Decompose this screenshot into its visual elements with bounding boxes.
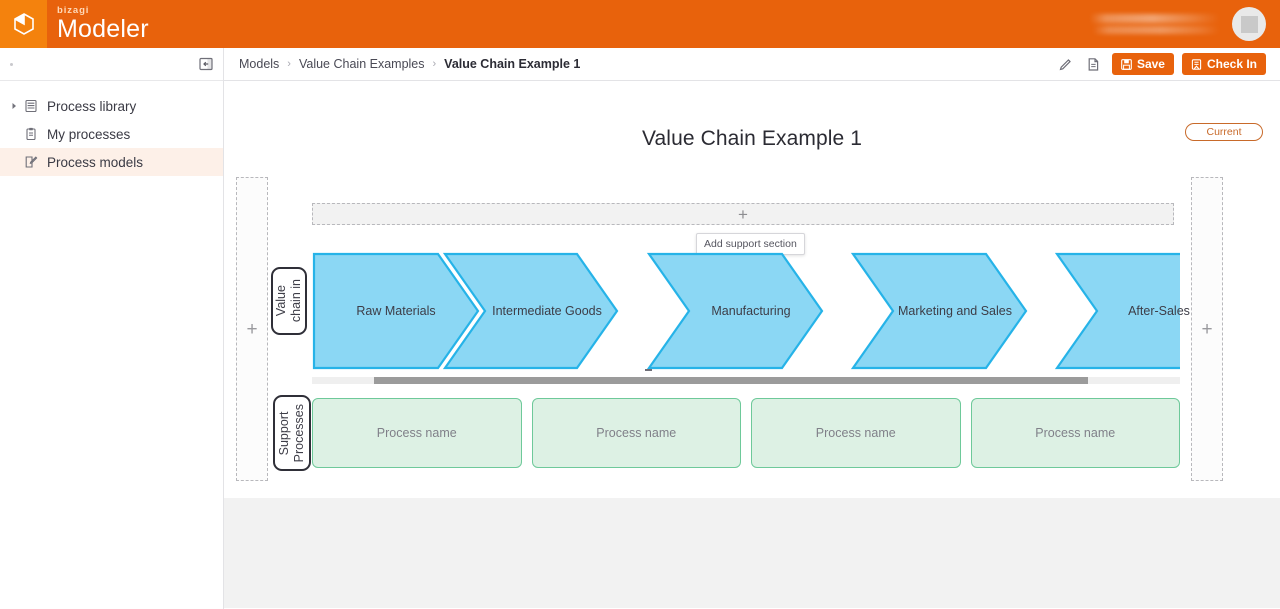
app-logo[interactable] (0, 0, 47, 48)
check-in-icon (1191, 58, 1202, 70)
chevron-step-1[interactable] (312, 252, 480, 370)
avatar-placeholder-icon (1240, 15, 1258, 33)
sidebar-item-process-library[interactable]: Process library (0, 92, 223, 120)
header-actions: Save Check In (1056, 53, 1266, 75)
content-header: Models › Value Chain Examples › Value Ch… (224, 48, 1280, 81)
sidebar-header (0, 48, 223, 81)
page-title: Value Chain Example 1 (641, 127, 862, 150)
sidebar-item-label: Process library (47, 98, 137, 114)
value-chain-chevrons (312, 252, 1180, 370)
sidebar-item-label: My processes (47, 126, 131, 142)
sidebar: Process library My processes Process mod… (0, 48, 224, 609)
avatar[interactable] (1232, 7, 1266, 41)
add-column-right[interactable]: + (1191, 177, 1223, 481)
breadcrumb-item-current: Value Chain Example 1 (444, 57, 581, 71)
add-column-left[interactable]: + (236, 177, 268, 481)
scrollbar-thumb[interactable] (374, 377, 1088, 384)
lane-label-value-chain-text: Value chain in (274, 279, 303, 323)
header-user-area (1090, 7, 1280, 41)
plus-icon: + (1201, 318, 1213, 340)
plus-icon: + (246, 318, 258, 340)
user-name-redacted (1090, 11, 1220, 37)
breadcrumb-item-models[interactable]: Models (239, 57, 279, 71)
diagram-canvas[interactable]: Value Chain Example 1 Current + + + Add … (224, 81, 1280, 608)
chevron-step-4[interactable] (850, 252, 1028, 370)
sidebar-nav: Process library My processes Process mod… (0, 81, 223, 176)
check-in-button-label: Check In (1206, 57, 1257, 71)
value-chain-row: Raw Materials Intermediate Goods Manufac… (312, 251, 1190, 371)
check-in-button[interactable]: Check In (1181, 53, 1266, 75)
support-process-box-4[interactable]: Process name (970, 398, 1180, 468)
app-header: bizagi Modeler (0, 0, 1280, 48)
library-icon (21, 99, 41, 113)
support-process-box-2[interactable]: Process name (531, 398, 741, 468)
brand: bizagi Modeler (57, 6, 149, 42)
edit-document-icon (21, 155, 41, 169)
breadcrumb-separator: › (287, 58, 291, 70)
chevron-step-5[interactable] (1054, 252, 1180, 370)
clipboard-icon (21, 127, 41, 141)
content-area: Models › Value Chain Examples › Value Ch… (224, 48, 1280, 609)
lane-label-support-processes-text: Support Processes (277, 403, 306, 463)
breadcrumb: Models › Value Chain Examples › Value Ch… (239, 57, 580, 71)
add-support-section-button[interactable]: + (312, 203, 1174, 225)
breadcrumb-separator: › (432, 58, 437, 70)
save-button[interactable]: Save (1111, 53, 1174, 75)
canvas-background-lower (224, 498, 1280, 608)
pencil-icon[interactable] (1056, 54, 1076, 74)
save-button-label: Save (1136, 57, 1165, 71)
text-caret (645, 369, 652, 371)
chevron-step-3[interactable] (646, 252, 824, 370)
sidebar-item-process-models[interactable]: Process models (0, 148, 223, 176)
floppy-disk-icon (1121, 58, 1132, 70)
support-process-box-1[interactable]: Process name (312, 398, 522, 468)
lane-label-value-chain[interactable]: Value chain in (271, 267, 307, 335)
canvas-horizontal-scrollbar[interactable] (312, 377, 1180, 384)
sidebar-item-label: Process models (47, 154, 144, 170)
sidebar-dot (10, 62, 13, 66)
support-processes-row: Process name Process name Process name P… (312, 398, 1180, 468)
collapse-panel-icon[interactable] (198, 57, 213, 72)
document-icon[interactable] (1084, 54, 1104, 74)
status-badge[interactable]: Current (1185, 123, 1263, 141)
chevron-right-icon[interactable] (8, 102, 21, 110)
plus-icon: + (738, 204, 748, 224)
brand-title: Modeler (57, 14, 149, 43)
support-process-box-3[interactable]: Process name (751, 398, 961, 468)
cube-icon (13, 13, 34, 35)
lane-label-support-processes[interactable]: Support Processes (273, 395, 311, 471)
sidebar-item-my-processes[interactable]: My processes (0, 120, 223, 148)
breadcrumb-item-value-chain-examples[interactable]: Value Chain Examples (299, 57, 425, 71)
